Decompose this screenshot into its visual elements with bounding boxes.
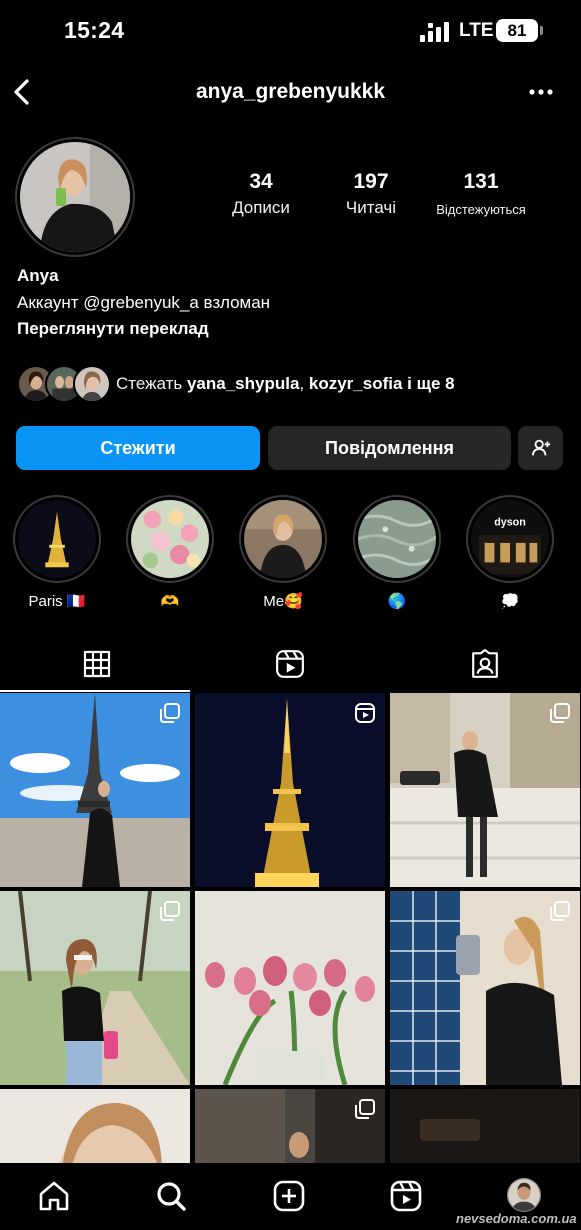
suggested-users-button[interactable] — [518, 426, 563, 470]
see-translation-link[interactable]: Переглянути переклад — [17, 319, 557, 339]
posts-label: Дописи — [232, 198, 290, 217]
highlight-globe[interactable]: 🌎 — [352, 495, 442, 610]
highlight-cover — [18, 500, 96, 578]
post-photo — [390, 1089, 580, 1163]
bio-text: Аккаунт @grebenyuk_a взломан — [17, 293, 271, 312]
highlight-label: 🌎 — [387, 593, 407, 610]
post-photo — [0, 1089, 190, 1163]
following-number: 131 — [463, 170, 499, 193]
highlight-label: Me🥰 — [263, 593, 303, 610]
create-icon[interactable] — [272, 1179, 306, 1213]
status-bar: 15:24 LTE 81 — [0, 0, 581, 62]
highlight-hearts[interactable]: 🫶 — [125, 495, 215, 610]
post-thumbnail[interactable] — [390, 891, 580, 1085]
followers-count[interactable]: 197 Читачі — [332, 170, 410, 218]
add-person-icon — [531, 439, 550, 456]
reels-icon — [275, 649, 304, 678]
carousel-icon — [550, 901, 570, 921]
highlight-thought[interactable]: dyson 💭 — [465, 495, 555, 610]
battery-icon: 81 — [496, 19, 538, 42]
ellipsis-icon[interactable] — [528, 80, 554, 104]
status-time: 15:24 — [64, 17, 125, 43]
tagged-icon — [471, 648, 498, 678]
highlight-cover — [244, 500, 322, 578]
following-label: Відстежуються — [436, 202, 526, 217]
profile-username: anya_grebenyukkk — [195, 80, 386, 103]
post-thumbnail[interactable] — [195, 693, 385, 887]
followed-by[interactable]: Стежать yana_shypula, kozyr_sofia і ще 8 — [17, 365, 567, 407]
network-type: LTE — [459, 20, 494, 41]
search-icon[interactable] — [154, 1179, 188, 1213]
profile-avatar[interactable] — [507, 1178, 541, 1212]
followed-by-text: Стежать yana_shypula, kozyr_sofia і ще 8 — [116, 374, 455, 393]
carousel-icon — [160, 703, 180, 723]
post-thumbnail[interactable] — [0, 891, 190, 1085]
reels-icon[interactable] — [389, 1179, 423, 1213]
carousel-icon — [550, 703, 570, 723]
watermark: nevsedoma.com.ua — [456, 1211, 577, 1226]
highlight-label: 💭 — [500, 593, 520, 610]
tab-tagged[interactable] — [388, 636, 581, 691]
post-thumbnail[interactable] — [390, 1089, 580, 1163]
post-thumbnail[interactable] — [195, 1089, 385, 1163]
posts-grid — [0, 693, 581, 1163]
profile-tabs — [0, 636, 581, 692]
avatar-photo — [20, 142, 130, 252]
reel-icon — [355, 703, 375, 723]
post-thumbnail[interactable] — [0, 693, 190, 887]
post-thumbnail[interactable] — [0, 1089, 190, 1163]
highlight-label: Paris 🇫🇷 — [28, 593, 86, 610]
grid-icon — [83, 650, 110, 677]
post-thumbnail[interactable] — [390, 693, 580, 887]
highlight-label: 🫶 — [160, 593, 180, 610]
carousel-icon — [160, 901, 180, 921]
profile-name: Anya — [17, 266, 59, 285]
following-count[interactable]: 131 Відстежуються — [426, 170, 536, 217]
followers-number: 197 — [353, 170, 389, 193]
highlight-cover — [358, 500, 436, 578]
active-tab-indicator — [0, 690, 190, 692]
tab-posts[interactable] — [0, 636, 193, 692]
tab-reels[interactable] — [193, 636, 386, 691]
followers-label: Читачі — [345, 198, 397, 217]
posts-count[interactable]: 34 Дописи — [222, 170, 300, 218]
follow-button[interactable]: Стежити — [16, 426, 260, 470]
highlight-paris[interactable]: Paris 🇫🇷 — [12, 495, 102, 610]
highlight-me[interactable]: Me🥰 — [238, 495, 328, 610]
post-thumbnail[interactable] — [195, 891, 385, 1085]
post-photo — [195, 891, 385, 1085]
follower-avatar — [73, 365, 111, 403]
profile-header: anya_grebenyukkk — [0, 68, 581, 116]
highlight-cover — [131, 500, 209, 578]
highlight-cover: dyson — [471, 500, 549, 578]
profile-avatar[interactable] — [15, 137, 135, 257]
home-icon[interactable] — [37, 1179, 71, 1213]
posts-number: 34 — [249, 170, 273, 193]
carousel-icon — [355, 1099, 375, 1119]
dyson-sign: dyson — [494, 516, 526, 528]
battery-tip — [540, 26, 543, 35]
message-button[interactable]: Повідомлення — [268, 426, 511, 470]
profile-bio: Anya Аккаунт @grebenyuk_a взломан Перегл… — [17, 266, 557, 339]
signal-icon — [420, 22, 449, 42]
